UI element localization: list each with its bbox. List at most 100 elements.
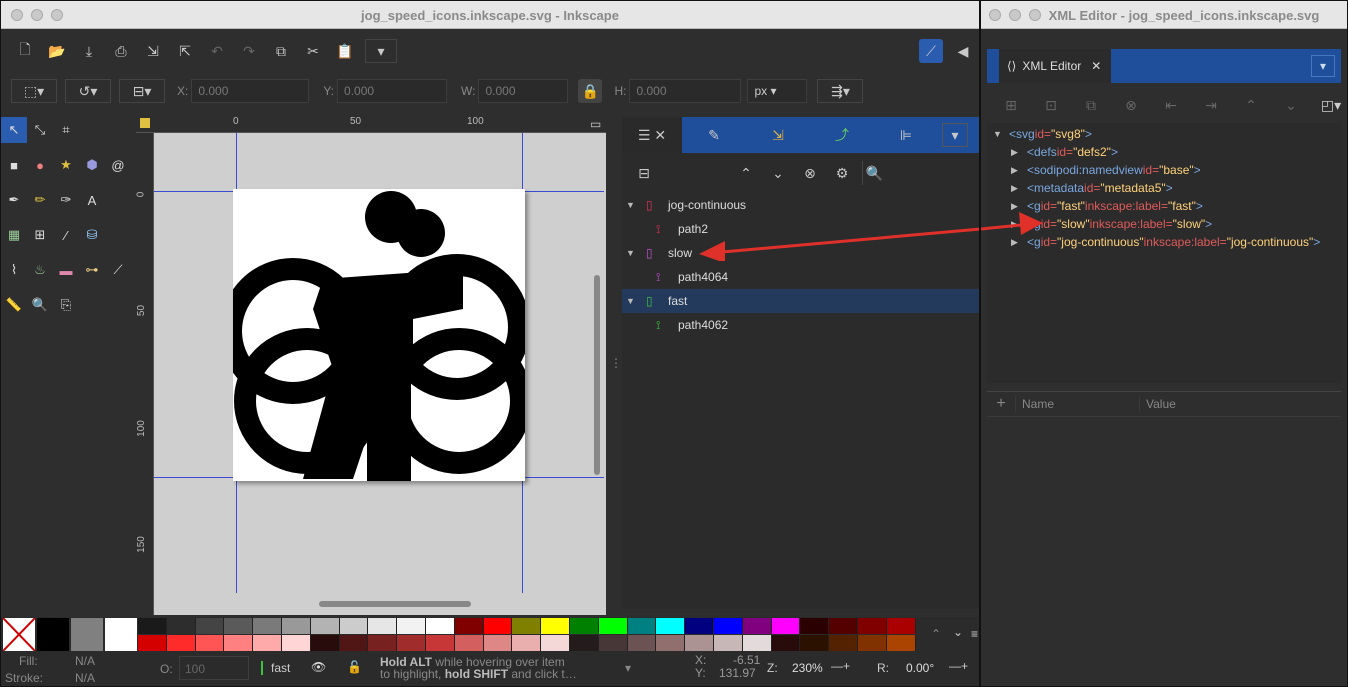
zoom-stepper-icon[interactable]: —+ [831,659,850,673]
spray-tool[interactable]: ⌇ [1,257,27,283]
palette-up-icon[interactable]: ⌃ [931,627,941,641]
color-swatch[interactable] [339,618,369,634]
xml-node[interactable]: ▼ <svg id= "svg8" > [987,125,1341,143]
color-swatch[interactable] [512,618,542,634]
xml-node[interactable]: ▶ <metadata id= "metadata5" > [987,179,1341,197]
align-tab-icon[interactable]: ⊫ [878,123,934,147]
h-field[interactable]: 0.000 [629,79,742,103]
color-swatch[interactable] [598,618,628,634]
pencil-tool[interactable]: ✏ [27,187,53,213]
color-swatch[interactable] [454,635,484,651]
save-icon[interactable]: ⤓ [77,39,101,63]
expander-icon[interactable]: ▼ [626,296,642,306]
expand-icon[interactable]: ▶ [1011,147,1027,158]
color-swatch[interactable] [886,618,916,634]
cut-icon[interactable]: ✂ [301,39,325,63]
selector-tool[interactable]: ↖ [1,117,27,143]
current-layer[interactable]: fast [271,661,290,675]
xml-node[interactable]: ▶ <defs id= "defs2" > [987,143,1341,161]
new-text-node-icon[interactable]: ⊡ [1039,93,1063,117]
close-tab-icon[interactable]: ✕ [1091,59,1101,73]
color-swatch[interactable] [138,618,167,634]
color-swatch[interactable] [425,618,455,634]
new-layer-icon[interactable]: ⊟ [632,161,656,185]
snap-toggle-icon[interactable]: ⟋ [919,39,943,63]
export-icon[interactable]: ⇱ [173,39,197,63]
no-paint-swatch[interactable] [3,618,35,651]
color-swatch[interactable] [195,618,225,634]
vertical-scrollbar[interactable] [594,275,600,475]
color-swatch[interactable] [886,635,916,651]
color-swatch[interactable] [656,618,686,634]
search-icon[interactable]: 🔍 [862,161,886,185]
collapse-icon[interactable]: ▼ [993,129,1009,139]
layer-row[interactable]: ▼ ▯ fast [622,289,979,313]
paint-bucket-tool[interactable]: ⛁ [79,222,105,248]
panel-handle-icon[interactable]: ⋮ [610,356,622,370]
color-swatch[interactable] [224,635,254,651]
xml-editor-tab[interactable]: ⟨⟩ XML Editor ✕ [999,49,1111,83]
expand-icon[interactable]: ▶ [1011,183,1027,194]
xml-close-button[interactable] [989,9,1001,21]
zoom-field[interactable]: 230% [792,661,823,675]
color-swatch[interactable] [310,618,340,634]
lower-icon[interactable]: ⌄ [766,161,790,185]
color-swatch[interactable] [166,618,196,634]
paste-icon[interactable]: 📋 [333,39,357,63]
open-file-icon[interactable]: 📂 [45,39,69,63]
color-swatch[interactable] [483,618,513,634]
connector-tool[interactable]: ⊶ [79,257,105,283]
color-swatch[interactable] [713,635,743,651]
select-all-icon[interactable]: ⬚▾ [11,79,57,103]
color-swatch[interactable] [771,618,801,634]
import-icon[interactable]: ⇲ [141,39,165,63]
node-tool[interactable]: ⤡ [27,117,53,143]
expand-icon[interactable]: ▶ [1011,165,1027,176]
path-row[interactable]: ⟟ path4064 [622,265,979,289]
3dbox-tool[interactable]: ⬢ [79,152,105,178]
color-swatch[interactable] [771,635,801,651]
more-commands-icon[interactable]: ▾ [365,39,397,63]
color-swatch[interactable] [281,635,311,651]
color-swatch[interactable] [541,618,570,634]
x-field[interactable]: 0.000 [191,79,310,103]
color-swatch[interactable] [281,618,311,634]
color-swatch[interactable] [598,635,628,651]
pages-tool[interactable]: ⎘ [53,292,79,318]
settings-gear-icon[interactable]: ⚙ [830,161,854,185]
align-icon[interactable]: ⊟▾ [119,79,165,103]
color-swatch[interactable] [857,618,887,634]
pen-tool[interactable]: ✒ [1,187,27,213]
rotate-icon[interactable]: ↺▾ [65,79,111,103]
palette-menu-icon[interactable]: ≡ [971,627,978,641]
color-swatch[interactable] [541,635,570,651]
xml-node[interactable]: ▶ <sodipodi:namedview id= "base" > [987,161,1341,179]
color-swatch[interactable] [800,635,830,651]
export-tab-icon[interactable]: ⇲ [750,123,806,147]
color-swatch[interactable] [310,635,340,651]
status-dropdown-icon[interactable]: ▾ [625,661,631,675]
copy-icon[interactable]: ⧉ [269,39,293,63]
rect-tool[interactable]: ■ [1,152,27,178]
color-swatch[interactable] [829,618,858,634]
mesh-tool[interactable]: ⊞ [27,222,53,248]
zoom-tool[interactable]: 🔍 [27,292,53,318]
color-swatch[interactable] [857,635,887,651]
color-swatch[interactable] [627,618,657,634]
color-swatch[interactable] [368,618,398,634]
swatch-white[interactable] [105,618,137,651]
collapse-left-icon[interactable]: ◀ [951,39,975,63]
undo-icon[interactable]: ↶ [205,39,229,63]
delete-node-icon[interactable]: ⊗ [1119,93,1143,117]
unit-select[interactable]: px ▾ [747,79,808,103]
layout-menu-icon[interactable]: ◰▾ [1319,93,1343,117]
color-swatch[interactable] [368,635,398,651]
color-swatch[interactable] [512,635,542,651]
tweak-tool[interactable]: ⌗ [53,117,79,143]
color-swatch[interactable] [195,635,225,651]
raise-node-icon[interactable]: ⌃ [1239,93,1263,117]
color-swatch[interactable] [397,635,426,651]
dropper-tool[interactable]: ⁄ [53,222,79,248]
raise-icon[interactable]: ⌃ [734,161,758,185]
color-swatch[interactable] [569,635,599,651]
